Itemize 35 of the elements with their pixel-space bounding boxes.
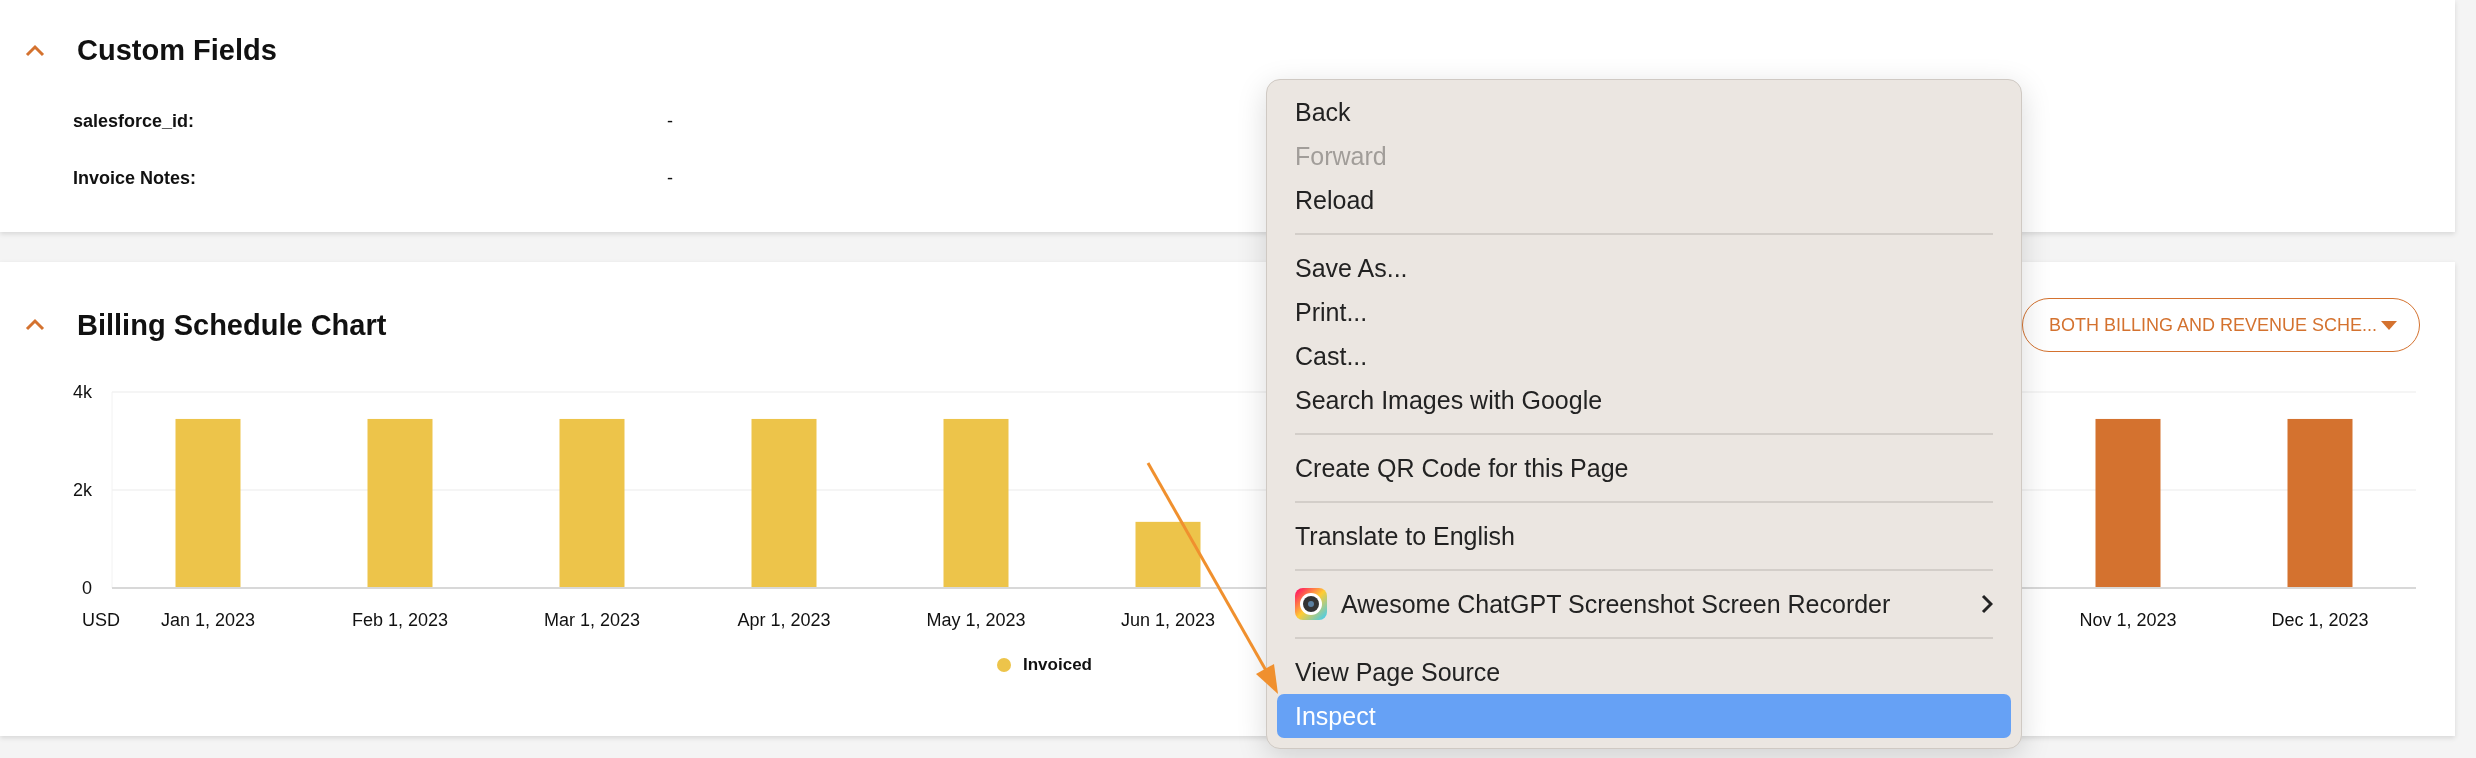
section-title: Custom Fields <box>77 34 277 67</box>
menu-item[interactable]: Search Images with Google <box>1277 378 2011 422</box>
axis-tick-label: 0 <box>82 578 92 598</box>
axis-tick-label: Apr 1, 2023 <box>737 610 831 630</box>
axis-tick-label: May 1, 2023 <box>926 610 1026 630</box>
menu-item[interactable]: Back <box>1277 90 2011 134</box>
menu-item[interactable]: Awesome ChatGPT Screenshot Screen Recorder <box>1277 582 2011 626</box>
menu-item[interactable]: Translate to English <box>1277 514 2011 558</box>
axis-tick-label: Feb 1, 2023 <box>351 610 449 630</box>
menu-item[interactable]: Save As... <box>1277 246 2011 290</box>
camera-lens-icon <box>1295 588 1327 620</box>
chevron-icon[interactable] <box>25 43 45 58</box>
axis-tick-label: 4k <box>73 382 92 402</box>
menu-item[interactable]: Create QR Code for this Page <box>1277 446 2011 490</box>
menu-item[interactable]: Reload <box>1277 178 2011 222</box>
menu-item[interactable]: View Page Source <box>1277 650 2011 694</box>
chart-bar <box>1135 521 1201 588</box>
axis-title: USD <box>82 610 120 630</box>
axis-tick-label: Dec 1, 2023 <box>2271 610 2369 630</box>
caret-icon <box>2381 320 2397 330</box>
chevron-right-icon <box>1981 594 1993 614</box>
axis-tick-label: Nov 1, 2023 <box>2079 610 2177 630</box>
axis-tick-label: 2k <box>73 480 92 500</box>
menu-item[interactable]: Cast... <box>1277 334 2011 378</box>
field-label: Invoice Notes: <box>73 168 198 189</box>
axis-tick-label: Jun 1, 2023 <box>1120 610 1216 630</box>
menu-item[interactable]: Print... <box>1277 290 2011 334</box>
field-value: - <box>667 168 673 189</box>
field-value: - <box>667 111 673 132</box>
legend-label[interactable]: Invoiced <box>1023 655 1092 675</box>
chevron-icon[interactable] <box>25 318 45 332</box>
section-title: Billing Schedule Chart <box>77 308 387 342</box>
axis-tick-label: Jan 1, 2023 <box>160 610 256 630</box>
field-label: salesforce_id: <box>73 111 196 132</box>
axis-tick-label: Mar 1, 2023 <box>543 610 641 630</box>
